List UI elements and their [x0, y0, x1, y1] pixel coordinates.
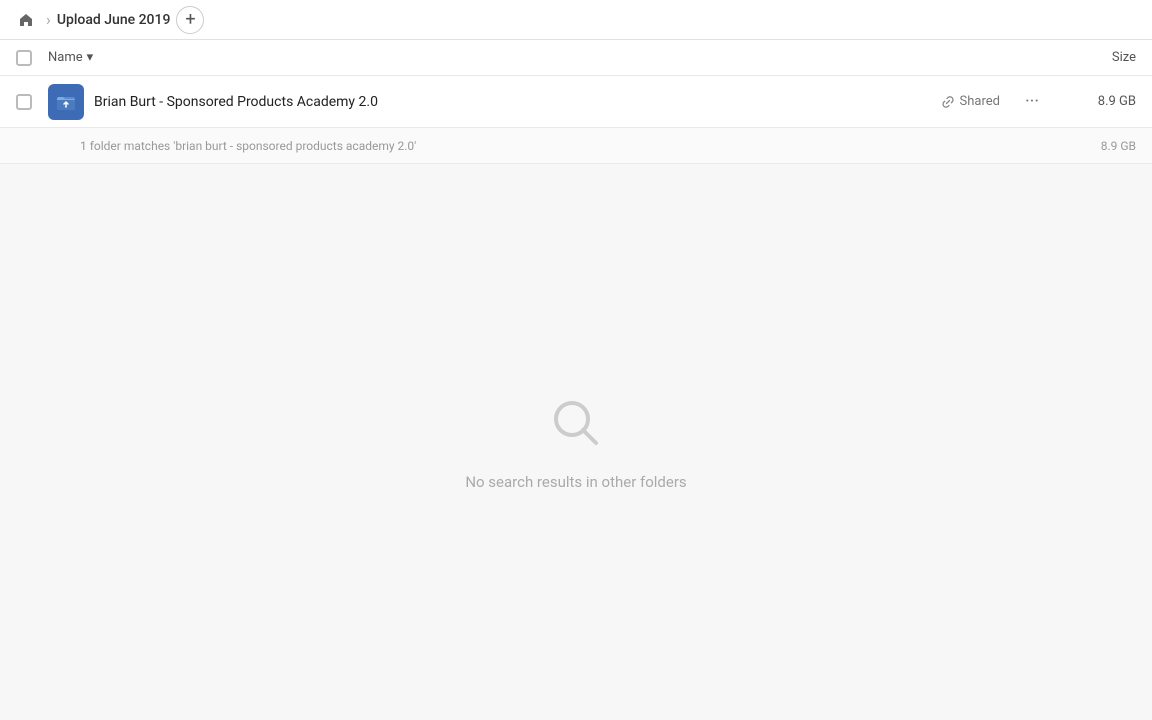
- add-icon: +: [185, 9, 195, 30]
- file-size: 8.9 GB: [1056, 94, 1136, 109]
- file-row[interactable]: Brian Burt - Sponsored Products Academy …: [0, 76, 1152, 128]
- size-column-label: Size: [1112, 50, 1136, 65]
- breadcrumb-label[interactable]: Upload June 2019: [57, 12, 171, 28]
- home-icon: [18, 12, 34, 28]
- shared-label-container: Shared: [941, 94, 1000, 109]
- size-column-header: Size: [1056, 50, 1136, 65]
- top-bar: › Upload June 2019 +: [0, 0, 1152, 40]
- match-size: 8.9 GB: [1056, 139, 1136, 153]
- select-all-checkbox[interactable]: [16, 50, 32, 66]
- row-checkbox[interactable]: [16, 94, 32, 110]
- breadcrumb-separator: ›: [46, 10, 51, 29]
- home-button[interactable]: [12, 6, 40, 34]
- no-results-text: No search results in other folders: [465, 473, 686, 491]
- name-column-label: Name: [48, 50, 83, 65]
- sort-icon: ▾: [87, 50, 94, 65]
- column-headers: Name ▾ Size: [0, 40, 1152, 76]
- select-all-checkbox-col: [16, 50, 48, 66]
- row-checkbox-col: [16, 94, 48, 110]
- add-button[interactable]: +: [176, 6, 204, 34]
- match-text: 1 folder matches 'brian burt - sponsored…: [80, 139, 1056, 153]
- no-results-icon: [546, 393, 606, 457]
- file-icon: [48, 84, 84, 120]
- empty-state: No search results in other folders: [0, 164, 1152, 720]
- link-icon: [941, 95, 955, 109]
- match-info-row: 1 folder matches 'brian burt - sponsored…: [0, 128, 1152, 164]
- folder-upload-icon: [55, 91, 77, 113]
- shared-text: Shared: [960, 94, 1000, 109]
- more-options-button[interactable]: ···: [1016, 86, 1048, 118]
- file-name: Brian Burt - Sponsored Products Academy …: [94, 94, 941, 110]
- name-column-header[interactable]: Name ▾: [48, 50, 1056, 65]
- more-icon: ···: [1025, 91, 1039, 112]
